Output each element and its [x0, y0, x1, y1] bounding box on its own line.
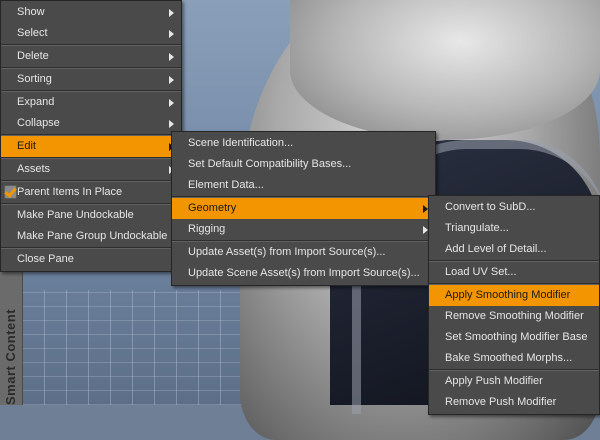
menu-item-label: Expand [17, 96, 55, 108]
menu-item-load-uv-set[interactable]: Load UV Set... [429, 262, 599, 283]
menu-item-sorting[interactable]: Sorting [1, 69, 181, 90]
menu-item-label: Sorting [17, 73, 52, 85]
figure-head [290, 0, 600, 140]
context-menu-geometry: Convert to SubD... Triangulate... Add Le… [428, 195, 600, 415]
submenu-arrow-icon [169, 30, 174, 38]
menu-item-label: Delete [17, 50, 49, 62]
menu-item-update-assets-from-import[interactable]: Update Asset(s) from Import Source(s)... [172, 242, 435, 263]
menu-item-element-data[interactable]: Element Data... [172, 175, 435, 196]
menu-item-rigging[interactable]: Rigging [172, 219, 435, 240]
menu-item-convert-to-subd[interactable]: Convert to SubD... [429, 197, 599, 218]
menu-item-label: Make Pane Group Undockable [17, 230, 168, 242]
menu-item-collapse[interactable]: Collapse [1, 113, 181, 134]
submenu-arrow-icon [169, 9, 174, 17]
menu-item-label: Element Data... [188, 179, 264, 191]
menu-item-geometry[interactable]: Geometry [172, 198, 435, 219]
menu-item-triangulate[interactable]: Triangulate... [429, 218, 599, 239]
menu-item-label: Rigging [188, 223, 226, 235]
menu-item-close-pane[interactable]: Close Pane [1, 249, 181, 270]
menu-item-label: Parent Items In Place [17, 186, 123, 198]
context-menu-main: Show Select Delete Sorting Expand Collap… [0, 0, 182, 272]
menu-item-parent-items-in-place[interactable]: Parent Items In Place [1, 182, 181, 203]
menu-item-apply-push-modifier[interactable]: Apply Push Modifier [429, 371, 599, 392]
menu-item-edit[interactable]: Edit [1, 136, 181, 157]
menu-item-label: Triangulate... [445, 222, 509, 234]
menu-item-scene-identification[interactable]: Scene Identification... [172, 133, 435, 154]
menu-item-label: Apply Push Modifier [445, 375, 543, 387]
menu-item-label: Update Asset(s) from Import Source(s)... [188, 246, 386, 258]
submenu-arrow-icon [169, 53, 174, 61]
menu-item-label: Apply Smoothing Modifier [445, 289, 571, 301]
menu-item-label: Make Pane Undockable [17, 209, 134, 221]
menu-item-label: Set Default Compatibility Bases... [188, 158, 352, 170]
menu-item-expand[interactable]: Expand [1, 92, 181, 113]
menu-item-label: Remove Smoothing Modifier [445, 310, 584, 322]
menu-item-remove-push-modifier[interactable]: Remove Push Modifier [429, 392, 599, 413]
menu-item-assets[interactable]: Assets [1, 159, 181, 180]
menu-item-label: Scene Identification... [188, 137, 294, 149]
menu-item-label: Show [17, 6, 45, 18]
menu-item-set-default-compatibility-bases[interactable]: Set Default Compatibility Bases... [172, 154, 435, 175]
menu-item-label: Convert to SubD... [445, 201, 536, 213]
menu-item-set-smoothing-modifier-base[interactable]: Set Smoothing Modifier Base [429, 327, 599, 348]
submenu-arrow-icon [169, 120, 174, 128]
menu-item-apply-smoothing-modifier[interactable]: Apply Smoothing Modifier [429, 285, 599, 306]
menu-item-label: Geometry [188, 202, 237, 214]
submenu-arrow-icon [169, 76, 174, 84]
menu-item-label: Collapse [17, 117, 60, 129]
menu-item-bake-smoothed-morphs[interactable]: Bake Smoothed Morphs... [429, 348, 599, 369]
menu-item-label: Set Smoothing Modifier Base [445, 331, 588, 343]
smart-content-tab-label[interactable]: Smart Content [3, 262, 19, 405]
submenu-arrow-icon [169, 99, 174, 107]
menu-item-label: Add Level of Detail... [445, 243, 547, 255]
menu-item-make-pane-group-undockable[interactable]: Make Pane Group Undockable [1, 226, 181, 247]
menu-item-select[interactable]: Select [1, 23, 181, 44]
menu-item-update-scene-assets-from-import[interactable]: Update Scene Asset(s) from Import Source… [172, 263, 435, 284]
checkmark-icon [4, 185, 17, 199]
menu-item-label: Update Scene Asset(s) from Import Source… [188, 267, 420, 279]
menu-item-label: Select [17, 27, 48, 39]
menu-item-label: Remove Push Modifier [445, 396, 557, 408]
menu-item-label: Load UV Set... [445, 266, 517, 278]
menu-item-label: Assets [17, 163, 51, 175]
menu-item-label: Edit [17, 140, 36, 152]
menu-item-delete[interactable]: Delete [1, 46, 181, 67]
menu-item-show[interactable]: Show [1, 2, 181, 23]
menu-item-label: Close Pane [17, 253, 74, 265]
menu-item-add-level-of-detail[interactable]: Add Level of Detail... [429, 239, 599, 260]
menu-item-label: Bake Smoothed Morphs... [445, 352, 573, 364]
context-menu-edit: Scene Identification... Set Default Comp… [171, 131, 436, 286]
menu-item-remove-smoothing-modifier[interactable]: Remove Smoothing Modifier [429, 306, 599, 327]
menu-item-make-pane-undockable[interactable]: Make Pane Undockable [1, 205, 181, 226]
